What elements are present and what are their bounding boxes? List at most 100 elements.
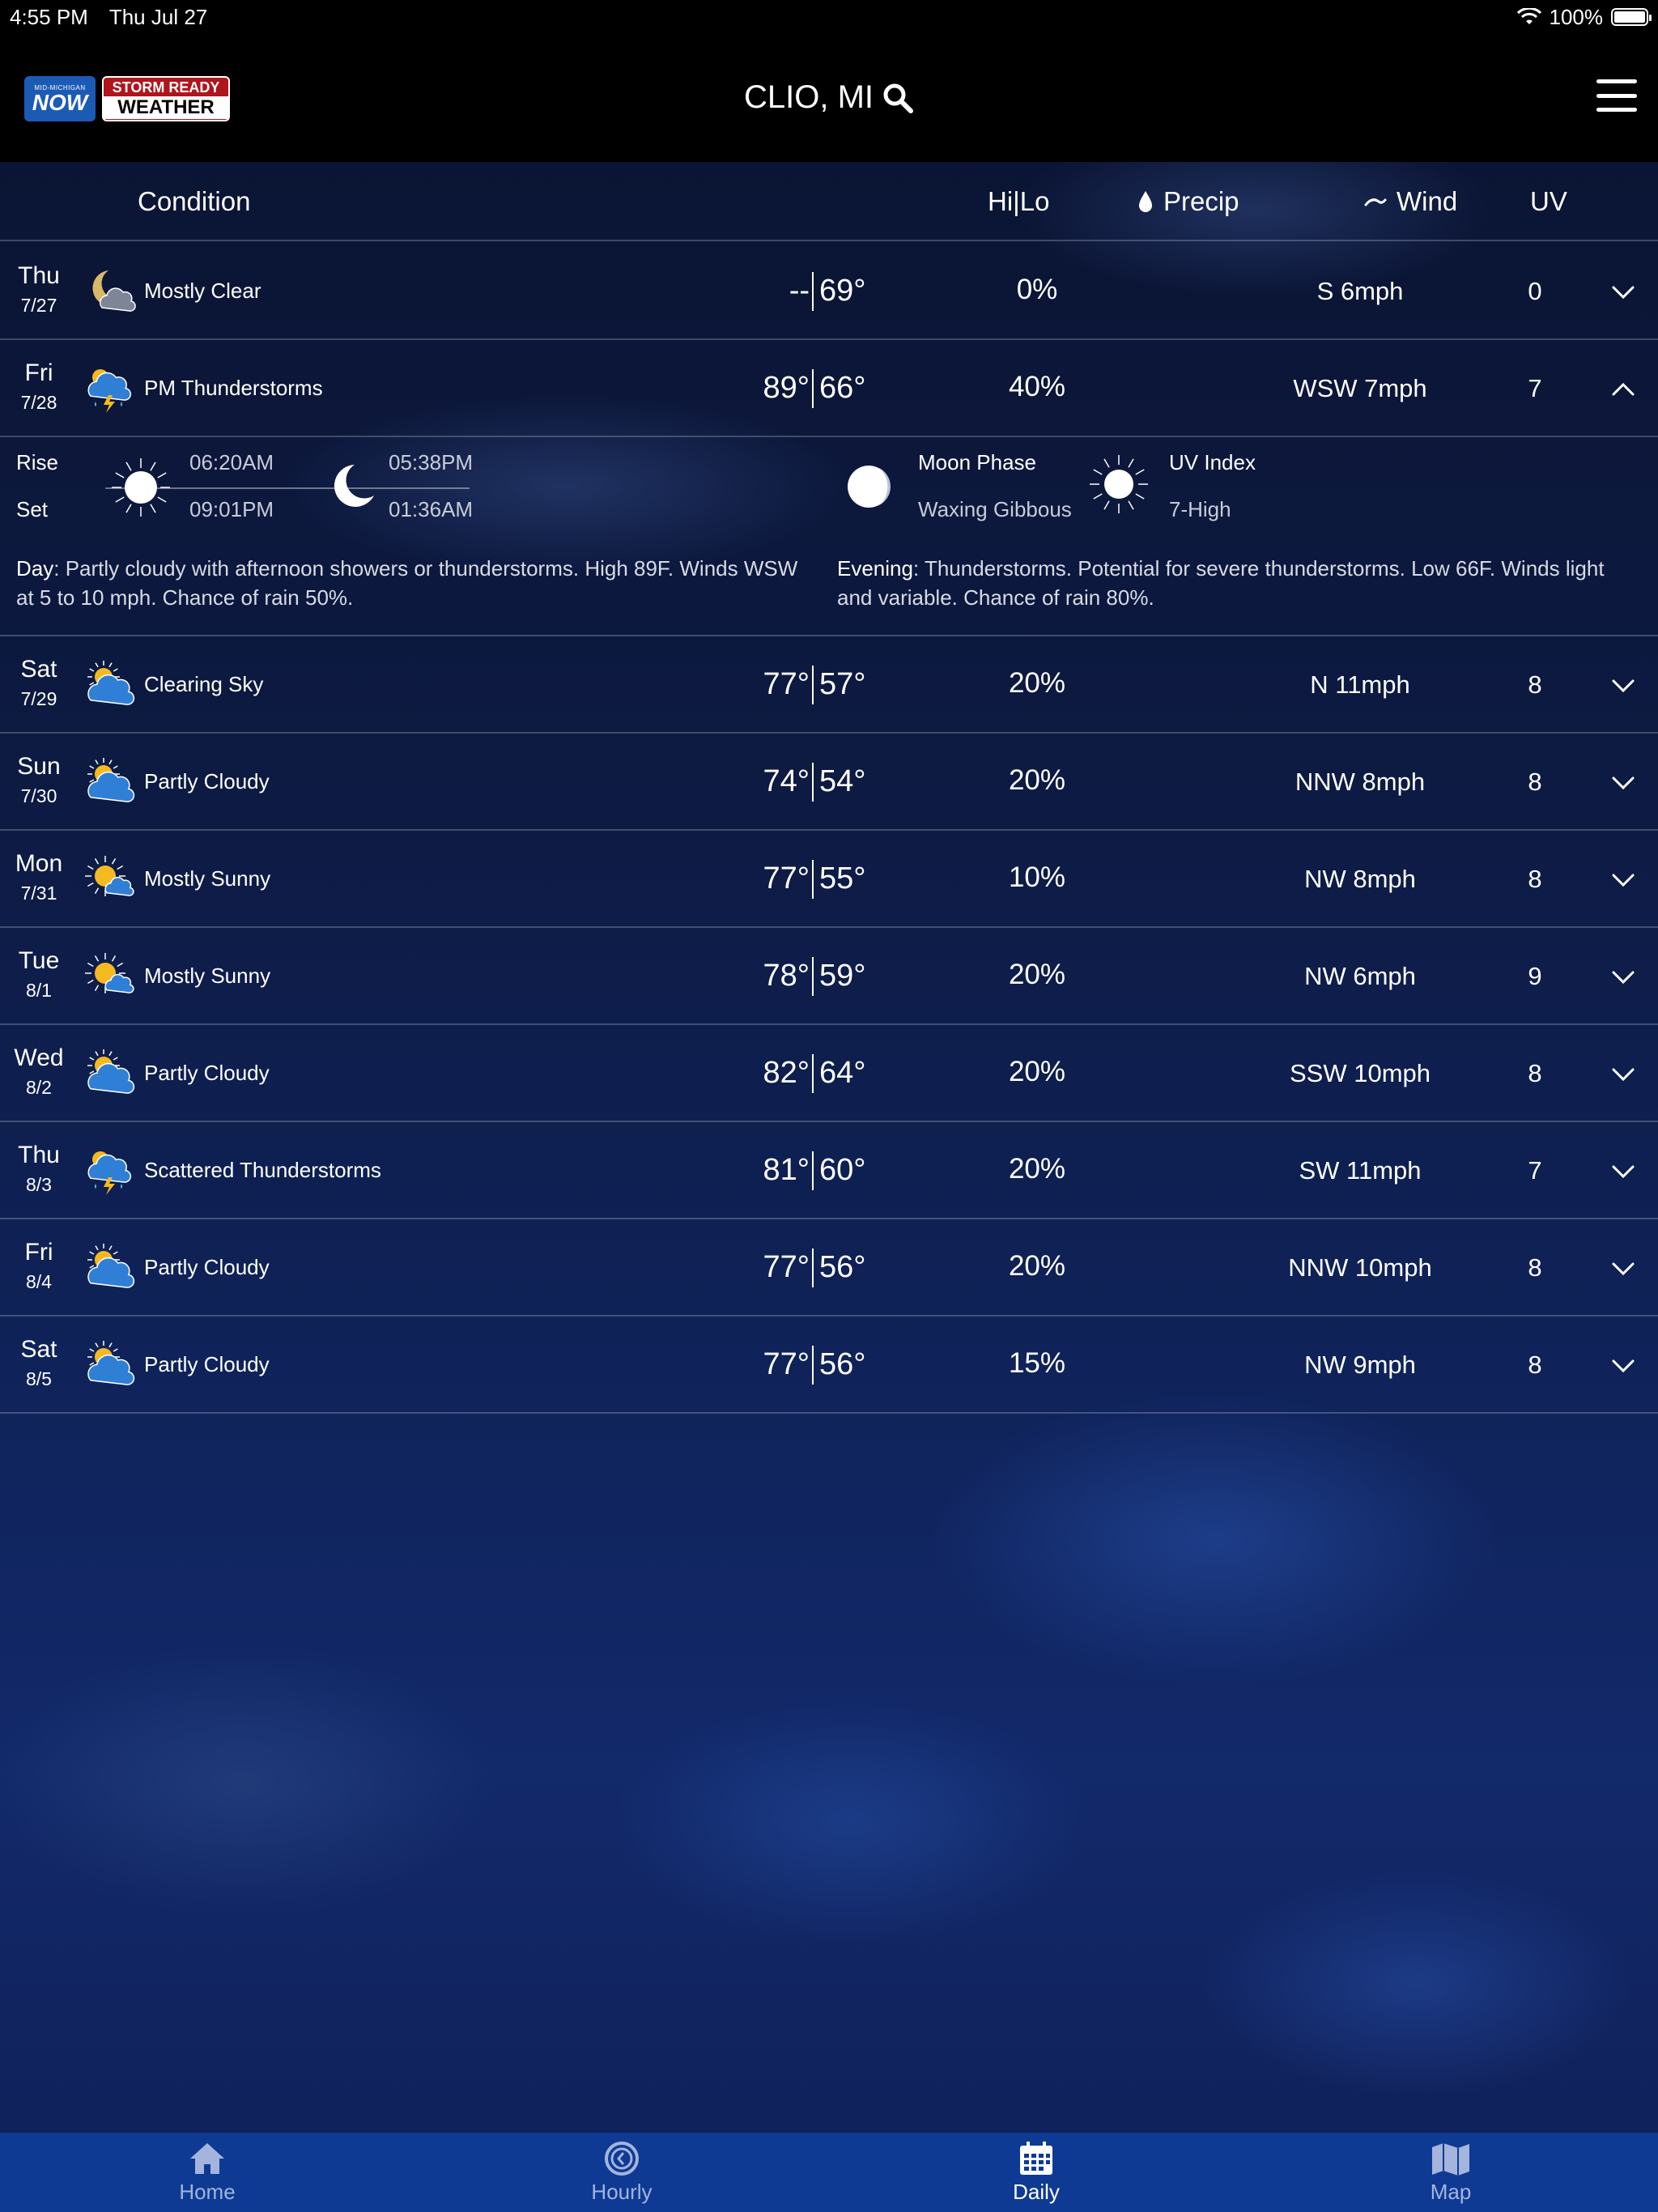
forecast-row[interactable]: Mon 7/31 Mostly Sunny 77° 55° 10% NW 8mp… bbox=[0, 831, 1658, 928]
day-date: 7/31 bbox=[20, 883, 57, 904]
chevron-down-icon[interactable] bbox=[1611, 674, 1635, 698]
condition-text: Scattered Thunderstorms bbox=[144, 1158, 381, 1182]
wind-value: NW 6mph bbox=[1304, 962, 1416, 990]
high-temp: 77° bbox=[763, 1347, 810, 1381]
tab-map-label: Map bbox=[1430, 2179, 1472, 2204]
condition-text: Clearing Sky bbox=[144, 672, 264, 696]
low-temp: 56° bbox=[819, 1250, 866, 1284]
tab-map[interactable]: Map bbox=[1244, 2133, 1658, 2212]
chevron-up-icon[interactable] bbox=[1611, 377, 1635, 402]
uv-value: 8 bbox=[1528, 670, 1542, 699]
hilo-divider bbox=[812, 1249, 814, 1287]
status-bar: 4:55 PM Thu Jul 27 100% bbox=[0, 0, 1658, 34]
low-temp: 64° bbox=[819, 1056, 866, 1090]
high-temp: 82° bbox=[763, 1056, 810, 1090]
forecast-row[interactable]: Fri 8/4 Partly Cloudy 77° 56° 20% NNW 10… bbox=[0, 1219, 1658, 1317]
day-cell: Fri 8/4 bbox=[0, 1239, 78, 1293]
wind-value: WSW 7mph bbox=[1293, 374, 1427, 402]
thunderstorm-icon bbox=[84, 363, 136, 415]
forecast-row[interactable]: Fri 7/28 PM Thunderstorms 89° 66° 40% WS… bbox=[0, 340, 1658, 437]
uv-index-label: UV Index bbox=[1169, 450, 1256, 474]
partly-cloudy-icon bbox=[84, 1048, 136, 1100]
forecast-row[interactable]: Sun 7/30 Partly Cloudy 74° 54° 20% NNW 8… bbox=[0, 734, 1658, 831]
col-condition: Condition bbox=[138, 186, 251, 216]
partly-cloudy-icon bbox=[84, 756, 136, 808]
forecast-row[interactable]: Thu 8/3 Scattered Thunderstorms 81° 60° … bbox=[0, 1122, 1658, 1219]
chevron-down-icon[interactable] bbox=[1611, 1354, 1635, 1378]
battery-percent: 100% bbox=[1549, 4, 1604, 29]
day-date: 8/2 bbox=[26, 1077, 52, 1098]
thunderstorm-icon bbox=[84, 1145, 136, 1197]
day-name: Sat bbox=[20, 1336, 57, 1363]
uv-value: 8 bbox=[1528, 865, 1542, 893]
tab-home[interactable]: Home bbox=[0, 2133, 414, 2212]
forecast-row[interactable]: Tue 8/1 Mostly Sunny 78° 59° 20% NW 6mph… bbox=[0, 928, 1658, 1025]
forecast-row[interactable]: Sat 8/5 Partly Cloudy 77° 56° 15% NW 9mp… bbox=[0, 1317, 1658, 1414]
chevron-down-icon[interactable] bbox=[1611, 1257, 1635, 1281]
precip-value: 20% bbox=[1008, 1153, 1066, 1185]
precip-value: 40% bbox=[1008, 371, 1066, 402]
uv-value: 8 bbox=[1528, 1059, 1542, 1087]
day-date: 7/28 bbox=[20, 392, 57, 413]
uv-value: 8 bbox=[1528, 1351, 1542, 1379]
chevron-down-icon[interactable] bbox=[1611, 1159, 1635, 1184]
tab-home-label: Home bbox=[179, 2179, 236, 2204]
tab-hourly[interactable]: Hourly bbox=[414, 2133, 829, 2212]
wifi-icon bbox=[1516, 8, 1541, 24]
day-name: Sun bbox=[17, 753, 61, 780]
status-time: 4:55 PM bbox=[10, 4, 88, 29]
evening-forecast-text: Evening: Thunderstorms. Potential for se… bbox=[837, 554, 1639, 612]
forecast-row[interactable]: Sat 7/29 Clearing Sky 77° 57° 20% N 11mp… bbox=[0, 636, 1658, 734]
day-date: 8/5 bbox=[26, 1368, 52, 1389]
tab-daily[interactable]: Daily bbox=[829, 2133, 1244, 2212]
day-date: 7/29 bbox=[20, 688, 57, 709]
raindrop-icon bbox=[1139, 191, 1152, 212]
location-search[interactable]: CLIO, MI bbox=[744, 79, 914, 116]
precip-value: 0% bbox=[1016, 274, 1058, 305]
col-precip: Precip bbox=[1137, 186, 1239, 217]
day-date: 7/30 bbox=[20, 785, 57, 806]
home-icon bbox=[190, 2142, 224, 2174]
chevron-down-icon[interactable] bbox=[1611, 280, 1635, 304]
mostly-sunny-icon bbox=[84, 853, 136, 905]
condition-text: Mostly Clear bbox=[144, 279, 261, 303]
day-name: Fri bbox=[24, 359, 53, 386]
location-name: CLIO, MI bbox=[743, 79, 874, 115]
day-detail-panel: Rise Set 06:20AM 09:01PM 05:38PM 01:36AM… bbox=[0, 436, 1658, 636]
condition-text: Partly Cloudy bbox=[144, 769, 270, 793]
forecast-row[interactable]: Thu 7/27 Mostly Clear -- 69° 0% S 6mph 0 bbox=[0, 243, 1658, 340]
wind-value: NNW 8mph bbox=[1295, 768, 1426, 796]
low-temp: 69° bbox=[819, 274, 866, 308]
high-temp: 89° bbox=[763, 371, 810, 405]
high-temp: 77° bbox=[763, 1250, 810, 1284]
sun-icon bbox=[108, 455, 173, 520]
sunset-time: 09:01PM bbox=[189, 497, 274, 521]
condition-text: Mostly Sunny bbox=[144, 866, 271, 891]
chevron-down-icon[interactable] bbox=[1611, 771, 1635, 795]
forecast-row[interactable]: Wed 8/2 Partly Cloudy 82° 64° 20% SSW 10… bbox=[0, 1025, 1658, 1122]
day-cell: Sat 7/29 bbox=[0, 656, 78, 710]
high-temp: 81° bbox=[763, 1153, 810, 1187]
chevron-down-icon[interactable] bbox=[1611, 965, 1635, 989]
hilo-divider bbox=[812, 666, 814, 704]
hamburger-menu-icon[interactable] bbox=[1596, 79, 1637, 112]
low-temp: 57° bbox=[819, 667, 866, 701]
chevron-down-icon[interactable] bbox=[1611, 1062, 1635, 1087]
chevron-down-icon[interactable] bbox=[1611, 868, 1635, 892]
wind-value: NW 8mph bbox=[1304, 865, 1416, 893]
low-temp: 55° bbox=[819, 861, 866, 895]
daily-forecast-list: Thu 7/27 Mostly Clear -- 69° 0% S 6mph 0… bbox=[0, 243, 1658, 1414]
high-temp: 74° bbox=[763, 764, 810, 798]
day-date: 7/27 bbox=[20, 295, 57, 316]
day-label: Day bbox=[16, 556, 54, 581]
day-name: Thu bbox=[18, 262, 60, 289]
condition-text: Partly Cloudy bbox=[144, 1352, 270, 1376]
hilo-divider bbox=[812, 1346, 814, 1385]
set-label: Set bbox=[16, 497, 49, 521]
moon-cloud-icon bbox=[84, 266, 136, 317]
status-date: Thu Jul 27 bbox=[108, 4, 208, 29]
wind-value: N 11mph bbox=[1310, 670, 1410, 699]
hilo-divider bbox=[812, 369, 814, 408]
uv-value: 8 bbox=[1528, 1253, 1542, 1282]
day-cell: Fri 7/28 bbox=[0, 359, 78, 414]
